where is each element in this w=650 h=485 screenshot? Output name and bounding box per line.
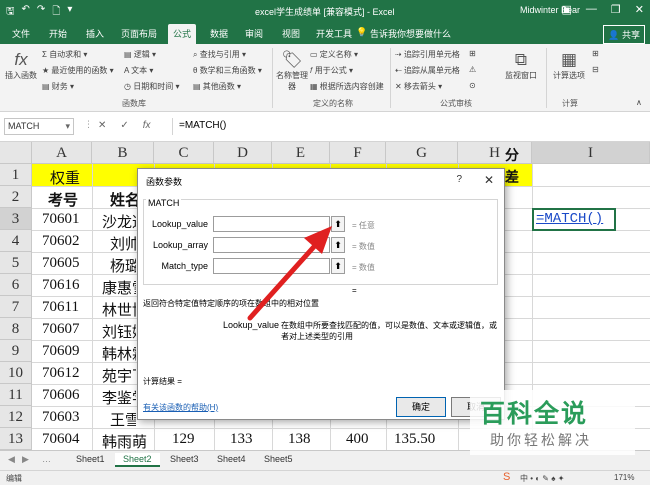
sheet-tab[interactable]: Sheet1: [68, 453, 113, 465]
watermark-subtitle: 助你轻松解决: [490, 432, 592, 448]
status-bar: 编辑 S 中 • ◐ ✎ ♠ ✦ 171%: [0, 470, 650, 485]
watermark-title: 百科全说: [480, 400, 589, 428]
watermark-logo: 百科全说 助你轻松解决: [470, 390, 635, 455]
sheet-tab-active[interactable]: Sheet2: [115, 453, 160, 467]
scroll-left-icon[interactable]: ◀: [8, 454, 15, 465]
arrow-shaft: [247, 237, 323, 321]
ime-toolbar-icons[interactable]: 中 • ◐ ✎ ♠ ✦: [520, 473, 564, 484]
ime-logo-icon[interactable]: S: [503, 471, 510, 483]
sheet-tab[interactable]: Sheet5: [256, 453, 301, 465]
sheet-tab[interactable]: Sheet3: [162, 453, 207, 465]
status-mode: 编辑: [6, 474, 22, 483]
zoom-level[interactable]: 171%: [614, 473, 634, 482]
sheet-tab[interactable]: Sheet4: [209, 453, 254, 465]
more-sheets-icon[interactable]: …: [42, 454, 51, 464]
scroll-right-icon[interactable]: ▶: [22, 454, 29, 465]
